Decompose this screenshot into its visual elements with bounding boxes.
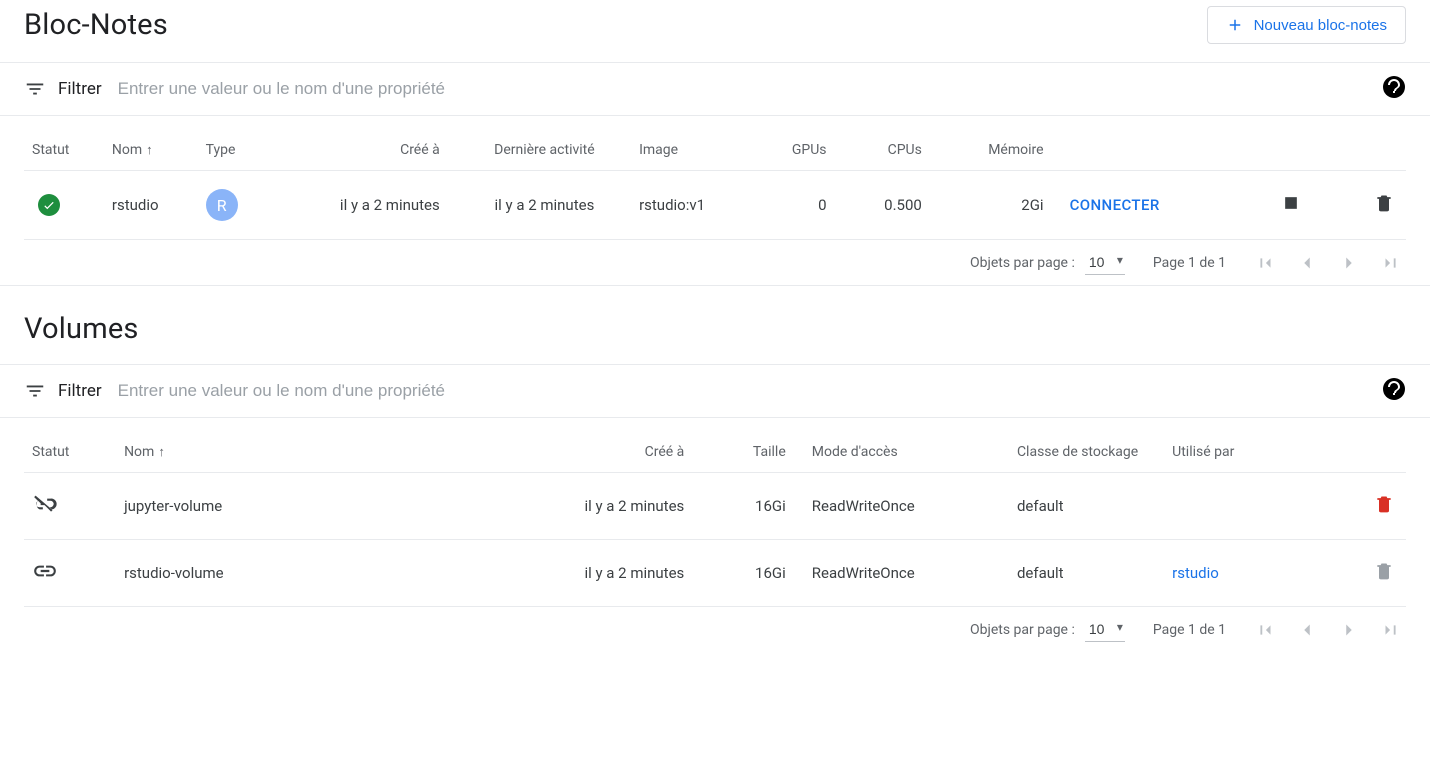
sort-asc-icon: ↑ [146,143,153,158]
volume-used-by [1164,473,1299,540]
link-icon [32,570,58,588]
col-created: Créé à [269,130,457,171]
new-notebook-button[interactable]: Nouveau bloc-notes [1207,6,1406,44]
volume-created: il y a 2 minutes [315,473,702,540]
volume-created: il y a 2 minutes [315,540,702,607]
notebooks-pager: Objets par page : 10 Page 1 de 1 [0,240,1430,286]
volumes-title: Volumes [24,312,139,346]
notebooks-table: Statut Nom↑ Type Créé à Dernière activit… [24,130,1406,240]
trash-icon [1374,561,1394,581]
delete-button[interactable] [1370,193,1398,213]
items-per-page-label: Objets par page : [970,622,1075,638]
sort-asc-icon: ↑ [158,445,165,460]
volume-storage-class: default [1009,473,1164,540]
notebooks-filter-input[interactable] [118,73,1366,105]
filter-label-text: Filtrer [58,381,102,401]
plus-icon [1226,16,1244,34]
notebook-cpus: 0.500 [845,171,940,240]
stop-button[interactable] [1277,193,1305,213]
trash-icon [1374,193,1394,213]
volumes-header: Volumes [0,286,1430,364]
volumes-filter-label: Filtrer [24,380,102,402]
volume-size: 16Gi [702,473,803,540]
notebooks-header: Bloc-Notes Nouveau bloc-notes [0,6,1430,62]
volumes-table: Statut Nom↑ Créé à Taille Mode d'accès C… [24,432,1406,607]
volumes-filter-input[interactable] [118,375,1366,407]
filter-icon [24,380,46,402]
table-row: jupyter-volume il y a 2 minutes 16Gi Rea… [24,473,1406,540]
col-cpus: CPUs [845,130,940,171]
col-name[interactable]: Nom↑ [116,432,315,473]
status-ok-icon [38,194,60,216]
notebook-created: il y a 2 minutes [269,171,457,240]
notebooks-filter-bar: Filtrer [0,62,1430,116]
col-image: Image [631,130,754,171]
items-per-page-select[interactable]: 10 [1085,617,1125,642]
first-page-icon[interactable] [1254,252,1276,274]
col-created: Créé à [315,432,702,473]
col-last-activity: Dernière activité [458,130,631,171]
help-icon [1382,75,1406,99]
volume-access-mode: ReadWriteOnce [804,540,1009,607]
filter-icon [24,78,46,100]
volume-access-mode: ReadWriteOnce [804,473,1009,540]
new-notebook-label: Nouveau bloc-notes [1254,17,1387,34]
volume-used-by-link[interactable]: rstudio [1172,564,1219,582]
next-page-icon[interactable] [1338,252,1360,274]
page-label: Page 1 de 1 [1153,255,1226,271]
connect-button[interactable]: CONNECTER [1070,196,1160,214]
volumes-help-button[interactable] [1382,377,1406,405]
col-gpus: GPUs [754,130,845,171]
notebook-gpus: 0 [754,171,845,240]
table-row: rstudio-volume il y a 2 minutes 16Gi Rea… [24,540,1406,607]
volumes-filter-bar: Filtrer [0,364,1430,418]
col-memory: Mémoire [940,130,1062,171]
notebook-last-activity: il y a 2 minutes [458,171,631,240]
delete-button[interactable] [1370,561,1398,581]
last-page-icon[interactable] [1380,252,1402,274]
notebook-memory: 2Gi [940,171,1062,240]
col-type: Type [198,130,270,171]
col-storage-class: Classe de stockage [1009,432,1164,473]
volume-size: 16Gi [702,540,803,607]
notebooks-title: Bloc-Notes [24,8,168,42]
prev-page-icon[interactable] [1296,252,1318,274]
next-page-icon[interactable] [1338,619,1360,641]
filter-label-text: Filtrer [58,79,102,99]
trash-icon [1374,494,1394,514]
col-status: Statut [24,130,104,171]
col-status: Statut [24,432,116,473]
link-off-icon [32,503,58,521]
volume-name: jupyter-volume [116,473,315,540]
notebooks-filter-label: Filtrer [24,78,102,100]
items-per-page-select[interactable]: 10 [1085,250,1125,275]
volumes-pager: Objets par page : 10 Page 1 de 1 [0,607,1430,652]
volume-name: rstudio-volume [116,540,315,607]
volume-storage-class: default [1009,540,1164,607]
notebook-image: rstudio:v1 [631,171,754,240]
col-access-mode: Mode d'accès [804,432,1009,473]
first-page-icon[interactable] [1254,619,1276,641]
col-used-by: Utilisé par [1164,432,1299,473]
notebooks-help-button[interactable] [1382,75,1406,103]
last-page-icon[interactable] [1380,619,1402,641]
delete-button[interactable] [1370,494,1398,514]
type-badge-r: R [206,189,238,221]
col-size: Taille [702,432,803,473]
items-per-page-label: Objets par page : [970,255,1075,271]
prev-page-icon[interactable] [1296,619,1318,641]
page-label: Page 1 de 1 [1153,622,1226,638]
table-row: rstudio R il y a 2 minutes il y a 2 minu… [24,171,1406,240]
help-icon [1382,377,1406,401]
col-name[interactable]: Nom↑ [104,130,198,171]
notebook-name: rstudio [104,171,198,240]
stop-icon [1281,193,1301,213]
